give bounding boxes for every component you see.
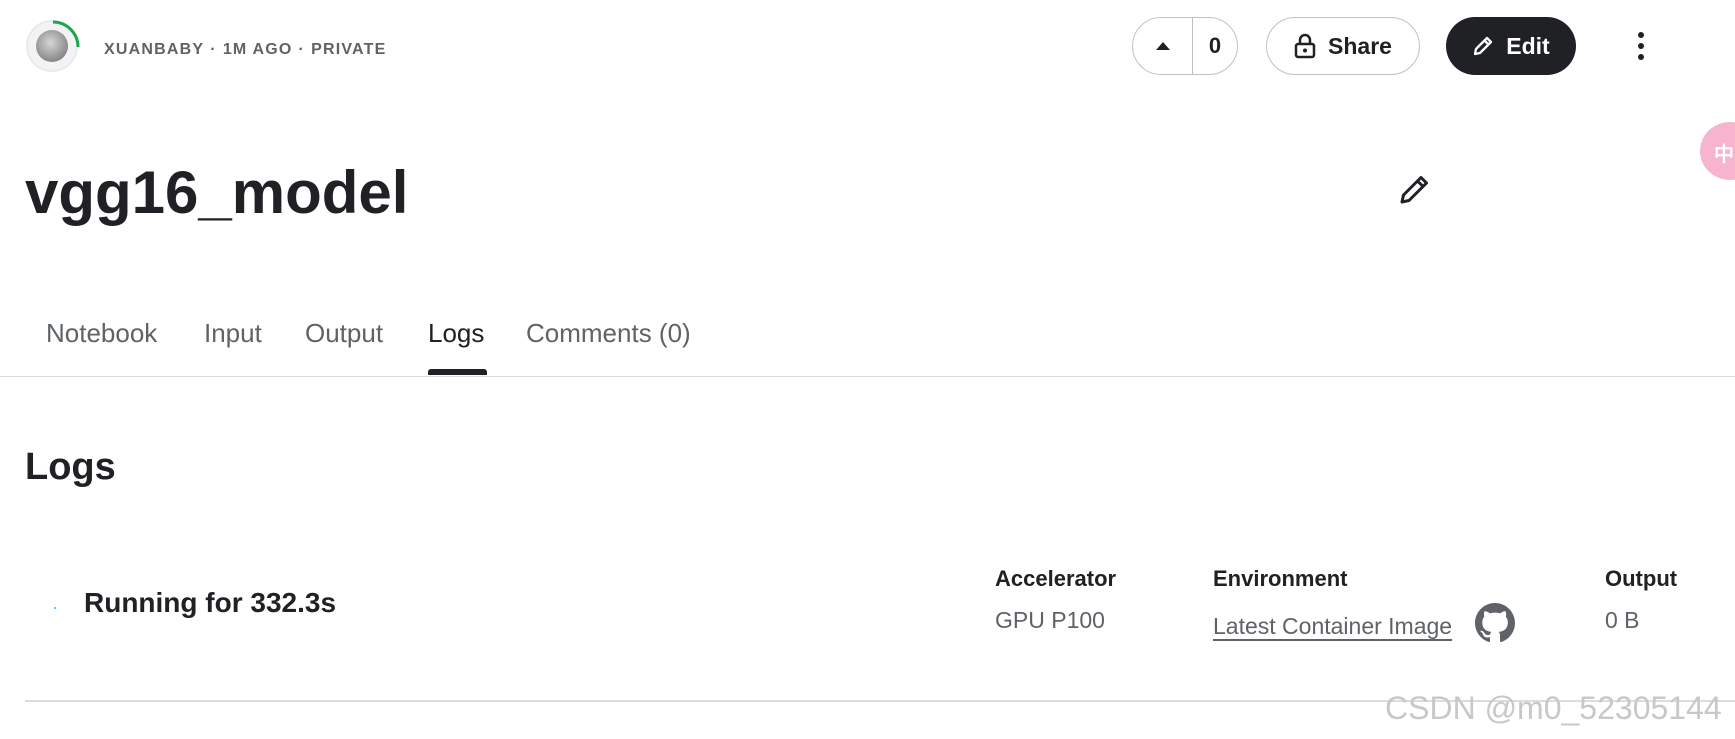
edit-label: Edit (1506, 32, 1550, 59)
github-icon[interactable] (1475, 603, 1515, 643)
author-name[interactable]: XUANBABY (104, 41, 204, 58)
environment-link[interactable]: Latest Container Image (1213, 613, 1452, 640)
page-title: vgg16_model (25, 159, 409, 226)
more-options-button[interactable] (1628, 26, 1654, 66)
vote-count: 0 (1208, 33, 1222, 58)
kernel-meta: XUANBABY · 1M AGO · PRIVATE (104, 41, 386, 59)
output-label: Output (1605, 566, 1678, 591)
tab-logs[interactable]: Logs (428, 318, 484, 349)
pencil-icon (1400, 176, 1428, 204)
edit-button[interactable]: Edit (1446, 17, 1576, 75)
floating-translate-bubble[interactable]: 中 (1700, 122, 1735, 180)
duck-avatar-icon (36, 30, 68, 62)
accelerator-label: Accelerator (995, 566, 1117, 591)
section-heading: Logs (25, 446, 116, 488)
tab-comments[interactable]: Comments (0) (526, 318, 691, 349)
bubble-text: 中 (1714, 144, 1734, 166)
visibility-label: PRIVATE (311, 41, 387, 58)
pencil-icon (1474, 36, 1493, 56)
active-tab-indicator (428, 369, 487, 375)
share-label: Share (1328, 32, 1392, 59)
status-indicator-icon (54, 607, 56, 609)
output-value: 0 B (1605, 607, 1640, 633)
tab-bar: Notebook Input Output Logs Comments (0) (0, 300, 1735, 377)
meta-separator: · (210, 41, 217, 58)
lock-icon (1294, 33, 1316, 59)
meta-separator: · (298, 41, 306, 58)
accelerator-value: GPU P100 (995, 607, 1105, 633)
vote-control: 0 (1132, 17, 1238, 75)
avatar[interactable] (26, 20, 80, 72)
more-vert-icon-dot (1638, 54, 1644, 60)
caret-up-icon (1155, 42, 1170, 50)
run-status: Running for 332.3s (84, 587, 337, 618)
environment-label: Environment (1213, 566, 1348, 591)
watermark: CSDN @m0_52305144 (1385, 690, 1722, 726)
tab-output[interactable]: Output (305, 318, 383, 349)
edit-title-button[interactable] (1398, 172, 1432, 211)
upvote-button[interactable] (1133, 18, 1193, 74)
tab-notebook[interactable]: Notebook (46, 318, 157, 349)
more-vert-icon-dot (1638, 43, 1644, 49)
share-button[interactable]: Share (1266, 17, 1420, 75)
tab-input[interactable]: Input (204, 318, 262, 349)
time-ago: 1M AGO (222, 41, 293, 58)
more-vert-icon-dot (1638, 32, 1644, 38)
